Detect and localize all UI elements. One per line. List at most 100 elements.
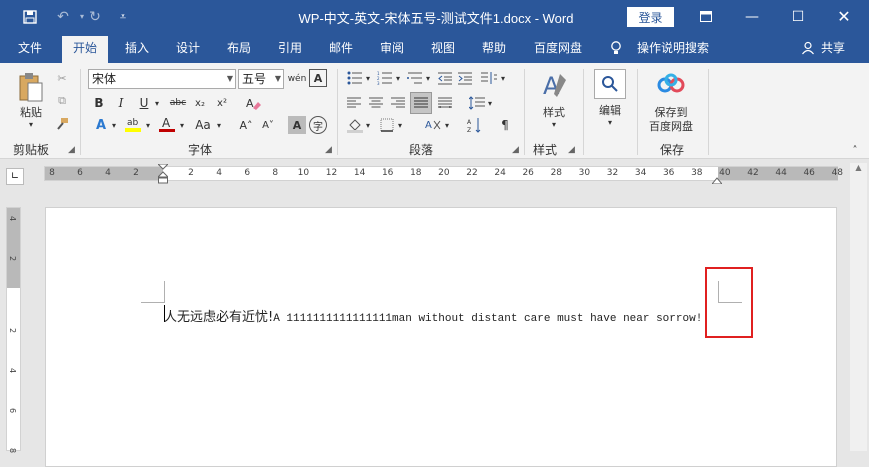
align-left-icon[interactable] <box>345 94 363 112</box>
paragraph-launcher-icon[interactable]: ◢ <box>512 145 519 155</box>
tab-review[interactable]: 审阅 <box>372 33 412 63</box>
paste-icon[interactable] <box>14 69 48 105</box>
styles-launcher-icon[interactable]: ◢ <box>568 145 575 155</box>
ribbon-display-icon[interactable] <box>683 0 729 33</box>
underline-icon[interactable]: U <box>136 94 152 112</box>
asian-layout-icon[interactable]: A <box>422 116 444 134</box>
share-button[interactable]: 共享 <box>818 33 848 63</box>
tab-home[interactable]: 开始 <box>62 36 108 63</box>
login-button[interactable]: 登录 <box>627 7 674 27</box>
highlight-dropdown-icon[interactable]: ▾ <box>143 119 153 131</box>
tab-view[interactable]: 视图 <box>423 33 463 63</box>
clipboard-launcher-icon[interactable]: ◢ <box>68 145 75 155</box>
tell-me-search[interactable]: 操作说明搜索 <box>633 33 713 63</box>
tab-selector[interactable]: ∟ <box>6 168 24 185</box>
save-to-label-line1[interactable]: 保存到 <box>640 105 702 119</box>
redo-icon[interactable]: ↻ <box>82 0 108 33</box>
tab-baidu-netdisk[interactable]: 百度网盘 <box>527 33 589 63</box>
chinese-layout-dropdown-icon[interactable]: ▾ <box>499 72 507 84</box>
line-spacing-dropdown-icon[interactable]: ▾ <box>486 97 494 109</box>
line-spacing-icon[interactable] <box>467 94 487 112</box>
font-size-dropdown-icon[interactable]: ▼ <box>275 70 281 88</box>
increase-indent-icon[interactable] <box>456 69 474 87</box>
shrink-font-icon[interactable]: A˅ <box>258 116 278 134</box>
styles-dropdown-icon[interactable]: ▾ <box>549 119 559 129</box>
change-case-dropdown-icon[interactable]: ▾ <box>214 119 224 131</box>
shading-dropdown-icon[interactable]: ▾ <box>364 119 372 131</box>
font-name-combo[interactable]: 宋体 ▼ <box>88 69 236 89</box>
font-color-icon[interactable]: A <box>156 114 178 134</box>
font-color-dropdown-icon[interactable]: ▾ <box>177 119 187 131</box>
multilevel-list-icon[interactable] <box>405 69 425 87</box>
borders-icon[interactable] <box>378 116 396 134</box>
tab-mailings[interactable]: 邮件 <box>321 33 361 63</box>
copy-icon[interactable]: ⧉ <box>53 92 71 110</box>
phonetic-guide-icon[interactable]: wén <box>287 69 307 89</box>
styles-button-label[interactable]: 样式 <box>535 105 573 119</box>
chinese-layout-icon[interactable] <box>478 69 500 87</box>
format-painter-icon[interactable] <box>53 115 71 133</box>
scroll-up-icon[interactable]: ▲ <box>850 163 867 177</box>
character-border-icon[interactable]: A <box>309 69 327 87</box>
tab-design[interactable]: 设计 <box>168 33 208 63</box>
justify-icon[interactable] <box>410 92 432 114</box>
right-indent-marker-icon[interactable] <box>710 173 724 185</box>
show-formatting-icon[interactable]: ¶ <box>496 116 514 134</box>
close-icon[interactable]: ✕ <box>821 0 867 33</box>
styles-icon[interactable]: A <box>535 69 573 101</box>
baidu-netdisk-icon[interactable] <box>655 69 687 99</box>
font-size-combo[interactable]: 五号 ▼ <box>238 69 284 89</box>
subscript-icon[interactable]: x₂ <box>191 94 209 112</box>
paste-label[interactable]: 粘贴 <box>14 105 48 119</box>
cut-icon[interactable]: ✂ <box>53 69 71 87</box>
horizontal-ruler[interactable]: 8 6 4 2 2 4 6 8 10 12 14 16 18 20 22 24 26 28 30 32 34 36 38 40… <box>44 163 843 185</box>
enclose-characters-icon[interactable]: 字 <box>309 116 327 134</box>
sort-icon[interactable]: AZ <box>465 116 485 134</box>
vertical-ruler[interactable]: 422468 <box>6 207 21 453</box>
highlight-color-icon[interactable]: ab <box>122 114 144 134</box>
editing-button-label[interactable]: 编辑 <box>592 103 628 117</box>
strikethrough-icon[interactable]: abc <box>168 94 188 112</box>
customize-icon[interactable]: ⩡ <box>110 0 136 33</box>
character-shading-icon[interactable]: A <box>288 116 306 134</box>
change-case-icon[interactable]: Aa <box>191 116 215 134</box>
clear-formatting-icon[interactable]: A <box>243 94 263 112</box>
tab-file[interactable]: 文件 <box>10 33 50 63</box>
collapse-ribbon-icon[interactable]: ˄ <box>848 143 862 157</box>
tab-help[interactable]: 帮助 <box>474 33 514 63</box>
tab-insert[interactable]: 插入 <box>117 33 157 63</box>
search-icon[interactable] <box>594 69 626 99</box>
document-body-text[interactable]: 人无远虑必有近忧!A 1111111111111111man without d… <box>164 306 702 325</box>
maximize-icon[interactable]: ☐ <box>775 0 821 33</box>
distributed-icon[interactable] <box>436 94 454 112</box>
align-right-icon[interactable] <box>389 94 407 112</box>
bullets-icon[interactable] <box>345 69 365 87</box>
text-effects-dropdown-icon[interactable]: ▾ <box>109 119 119 131</box>
grow-font-icon[interactable]: A˄ <box>236 116 256 134</box>
text-effects-icon[interactable]: A <box>91 116 111 134</box>
underline-dropdown-icon[interactable]: ▾ <box>152 96 162 110</box>
font-name-dropdown-icon[interactable]: ▼ <box>227 70 233 88</box>
font-launcher-icon[interactable]: ◢ <box>325 145 332 155</box>
paste-dropdown-icon[interactable]: ▾ <box>26 119 36 129</box>
save-to-label-line2[interactable]: 百度网盘 <box>640 119 702 133</box>
vertical-scrollbar[interactable]: ▲ <box>850 163 867 451</box>
indent-marker-icon[interactable] <box>156 163 170 184</box>
tab-references[interactable]: 引用 <box>270 33 310 63</box>
decrease-indent-icon[interactable] <box>436 69 454 87</box>
numbering-icon[interactable]: 123 <box>375 69 395 87</box>
asian-layout-dropdown-icon[interactable]: ▾ <box>443 119 451 131</box>
multilevel-dropdown-icon[interactable]: ▾ <box>424 72 432 84</box>
superscript-icon[interactable]: x² <box>213 94 231 112</box>
bullets-dropdown-icon[interactable]: ▾ <box>364 72 372 84</box>
shading-icon[interactable] <box>345 116 365 134</box>
minimize-icon[interactable]: — <box>729 0 775 33</box>
italic-icon[interactable]: I <box>113 94 129 112</box>
borders-dropdown-icon[interactable]: ▾ <box>396 119 404 131</box>
tab-layout[interactable]: 布局 <box>219 33 259 63</box>
editing-dropdown-icon[interactable]: ▾ <box>605 117 615 127</box>
save-icon[interactable] <box>17 0 43 33</box>
align-center-icon[interactable] <box>367 94 385 112</box>
numbering-dropdown-icon[interactable]: ▾ <box>394 72 402 84</box>
bold-icon[interactable]: B <box>91 94 107 112</box>
